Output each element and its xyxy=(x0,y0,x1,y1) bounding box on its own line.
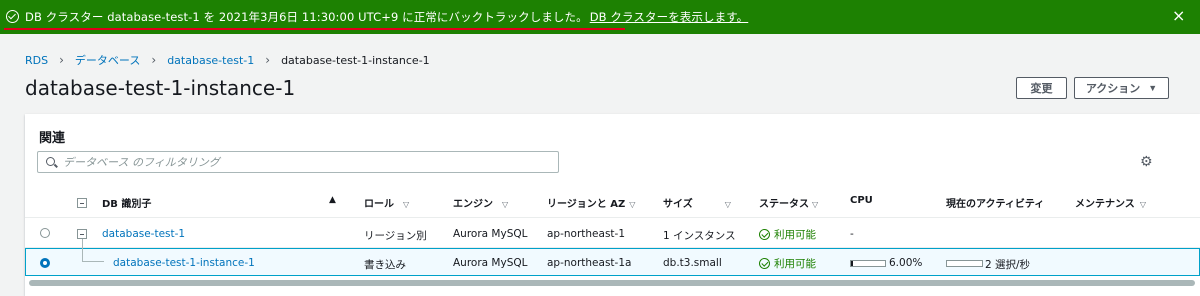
status-cell: 利用可能 xyxy=(759,227,816,242)
column-header-role[interactable]: ロール ▽ xyxy=(364,195,409,210)
cpu-cell: - xyxy=(850,228,854,240)
status-available-icon xyxy=(759,258,770,269)
row-radio-instance[interactable] xyxy=(40,258,50,268)
tree-connector xyxy=(82,261,104,262)
region-cell: ap-northeast-1 xyxy=(547,228,626,240)
filter-databases-input[interactable] xyxy=(63,154,543,170)
cpu-cell: 6.00% xyxy=(889,257,923,269)
db-id-link-cluster[interactable]: database-test-1 xyxy=(102,228,185,240)
column-header-label: DB 識別子 xyxy=(102,199,152,210)
header-divider xyxy=(25,217,1200,218)
related-databases-panel: 関連 ⚙ DB 識別子 ▲ ロール▽ エンジン▽ リージョンと AZ▽ サイズ▽… xyxy=(25,114,1200,296)
success-check-icon xyxy=(6,10,19,23)
sort-icon: ▽ xyxy=(1139,200,1146,209)
sort-icon: ▽ xyxy=(724,200,731,209)
size-cell: db.t3.small xyxy=(663,257,722,269)
flash-message-text: DB クラスター database-test-1 を 2021年3月6日 11:… xyxy=(25,10,588,24)
column-header-size[interactable]: サイズ ▽ xyxy=(663,195,731,210)
gear-icon[interactable]: ⚙ xyxy=(1140,154,1153,170)
page-title: database-test-1-instance-1 xyxy=(25,76,296,100)
column-header-label: 現在のアクティビティ xyxy=(946,199,1045,210)
view-db-cluster-link[interactable]: DB クラスターを表示します。 xyxy=(590,10,749,24)
breadcrumb: RDS › データベース › database-test-1 › databas… xyxy=(25,52,430,68)
size-cell: 1 インスタンス xyxy=(663,230,736,242)
search-icon xyxy=(46,157,55,166)
caret-down-icon: ▼ xyxy=(1148,83,1158,93)
column-header-label: ロール xyxy=(364,199,394,210)
chevron-right-icon: › xyxy=(151,53,157,67)
status-cell: 利用可能 xyxy=(759,256,816,271)
breadcrumb-rds[interactable]: RDS xyxy=(25,54,48,67)
annotation-underline xyxy=(4,28,625,30)
collapse-cluster-toggle[interactable] xyxy=(77,229,87,239)
engine-cell: Aurora MySQL xyxy=(453,228,528,240)
close-icon[interactable]: × xyxy=(1172,7,1185,25)
column-header-cpu[interactable]: CPU xyxy=(850,195,873,206)
row-radio-cluster[interactable] xyxy=(40,228,50,238)
success-flashbar: DB クラスター database-test-1 を 2021年3月6日 11:… xyxy=(0,0,1200,34)
activity-cell: 2 選択/秒 xyxy=(985,259,1031,271)
sort-icon: ▽ xyxy=(403,200,410,209)
status-text: 利用可能 xyxy=(774,258,816,270)
tree-connector xyxy=(82,239,83,261)
column-header-label: リージョンと AZ xyxy=(547,199,626,210)
sort-icon: ▽ xyxy=(812,200,819,209)
column-header-maintenance[interactable]: メンテナンス ▽ xyxy=(1075,195,1146,210)
filter-search-box xyxy=(37,151,559,173)
column-header-label: エンジン xyxy=(453,199,493,210)
actions-dropdown-button[interactable]: アクション ▼ xyxy=(1074,77,1169,99)
engine-cell: Aurora MySQL xyxy=(453,257,528,269)
panel-title: 関連 xyxy=(39,131,66,146)
column-header-db-id[interactable]: DB 識別子 xyxy=(102,195,151,210)
breadcrumb-current: database-test-1-instance-1 xyxy=(281,53,430,67)
sort-ascending-icon[interactable]: ▲ xyxy=(329,195,336,205)
modify-button[interactable]: 変更 xyxy=(1016,77,1067,99)
sort-icon: ▽ xyxy=(502,200,509,209)
column-header-label: サイズ xyxy=(663,199,693,210)
column-header-status[interactable]: ステータス ▽ xyxy=(759,195,818,210)
actions-button-label: アクション xyxy=(1085,83,1141,95)
role-cell: 書き込み xyxy=(364,259,406,271)
cpu-usage-bar xyxy=(850,260,886,267)
status-available-icon xyxy=(759,229,770,240)
breadcrumb-databases[interactable]: データベース xyxy=(75,52,140,68)
sort-icon: ▽ xyxy=(629,200,636,209)
breadcrumb-cluster[interactable]: database-test-1 xyxy=(167,54,254,67)
column-header-activity[interactable]: 現在のアクティビティ xyxy=(946,195,1044,210)
column-header-engine[interactable]: エンジン ▽ xyxy=(453,195,508,210)
collapse-all-checkbox[interactable] xyxy=(77,198,87,208)
column-header-label: ステータス xyxy=(759,199,809,210)
activity-bar xyxy=(946,260,983,267)
column-header-region-az[interactable]: リージョンと AZ ▽ xyxy=(547,195,635,210)
modify-button-label: 変更 xyxy=(1030,83,1053,95)
role-cell: リージョン別 xyxy=(364,230,427,242)
chevron-right-icon: › xyxy=(59,53,64,67)
cpu-usage-fill xyxy=(851,261,854,266)
column-header-label: CPU xyxy=(850,195,873,206)
chevron-right-icon: › xyxy=(265,53,271,67)
flash-message: DB クラスター database-test-1 を 2021年3月6日 11:… xyxy=(25,9,748,25)
db-id-link-instance[interactable]: database-test-1-instance-1 xyxy=(113,257,255,269)
column-header-label: メンテナンス xyxy=(1075,199,1135,210)
region-cell: ap-northeast-1a xyxy=(547,257,632,269)
status-text: 利用可能 xyxy=(774,229,816,241)
horizontal-scrollbar[interactable] xyxy=(29,280,1195,286)
